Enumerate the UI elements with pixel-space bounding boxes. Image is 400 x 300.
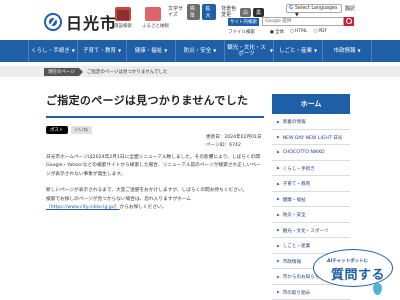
search-input[interactable]: Google 提供 [262, 17, 344, 26]
search-scope-radios: 全体 HTML PDF [270, 29, 327, 35]
site-search-label: サイト内検索 [228, 18, 259, 26]
site-logo[interactable]: 日光市 [44, 10, 117, 34]
breadcrumb-label: 現在のページ [44, 68, 79, 76]
scope-pdf-radio[interactable]: PDF [313, 29, 327, 35]
sidebar-heading[interactable]: ホーム [272, 94, 350, 114]
nav-item-kurashi[interactable]: くらし・手続き ▼ [28, 40, 77, 62]
bg-black-button[interactable]: 黒 [252, 7, 264, 17]
x-post-button[interactable]: ポスト [46, 126, 68, 134]
nav-item-bosai[interactable]: 防災・安全 ▼ [175, 40, 224, 62]
like-button[interactable]: いいね [70, 126, 92, 134]
text-size-standard-button[interactable]: 標準 [186, 4, 201, 20]
translate-link[interactable]: 翻訳 [345, 5, 355, 12]
building-icon [115, 7, 131, 21]
scope-html-radio[interactable]: HTML [290, 29, 308, 35]
sidebar-item-kosodate[interactable]: 子育て・教育 [272, 176, 350, 192]
global-nav: くらし・手続き ▼ 子育て・教育 ▼ 健康・福祉 ▼ 防災・安全 ▼ 観光・文化・スポー… [0, 40, 400, 62]
search-icon[interactable] [344, 17, 354, 26]
city-emblem-icon [44, 13, 62, 31]
paragraph: 検索でお探しのページが見つからない場合は、恐れ入りますがホーム（https://… [46, 196, 192, 211]
chevron-down-icon: ▼ [164, 48, 168, 53]
nav-item-shigoto[interactable]: しごと・産業 ▼ [273, 40, 322, 62]
sidebar-item-newday[interactable]: NEW DAY NEW LIGHT 日光 [272, 130, 350, 145]
home-link[interactable]: （https://www.city.nikko.lg.jp/） [46, 205, 120, 210]
text-size-label: 文字サイズ [168, 6, 184, 18]
sidebar-item-kanko[interactable]: 観光・文化・スポーツ [272, 223, 350, 238]
text-size-large-button[interactable]: 拡大 [202, 4, 217, 20]
nav-item-kosodate[interactable]: 子育て・教育 ▼ [77, 40, 126, 62]
breadcrumb: 現在のページ ご指定のページは見つかりませんでした [44, 68, 167, 76]
breadcrumb-current: ご指定のページは見つかりませんでした [86, 70, 168, 75]
search-bar: Google 提供 [262, 17, 354, 26]
page-id: ページID：6742 [206, 142, 241, 148]
body-text: 日光市ホームページは2024年2月1日に全面リニューアル致しました。その影響によ… [46, 154, 264, 212]
chatbot-label: 質問する [331, 268, 386, 283]
sidebar-item-chocotto[interactable]: CHOCOTTO NIKKO [272, 145, 350, 161]
scope-all-radio[interactable]: 全体 [270, 29, 284, 35]
site-header: 日光市 施設検索 ふるさと納税 文字サイズ 標準 拡大 背景色変更 白 黒 Se… [0, 0, 400, 38]
gift-bag-icon [145, 7, 161, 21]
page-title: ご指定のページは見つかりませんでした [46, 92, 264, 118]
nav-item-kenko[interactable]: 健康・福祉 ▼ [126, 40, 175, 62]
nav-item-kanko[interactable]: 観光・文化・スポーツ ▼ [224, 40, 273, 62]
chevron-down-icon: ▼ [71, 48, 75, 53]
updated-date: 更新日：2024年02月01日 [206, 135, 262, 140]
bg-color-label: 背景色変更 [221, 6, 237, 18]
share-buttons: ポスト いいね [46, 126, 264, 134]
breadcrumb-bar: 現在のページ ご指定のページは見つかりませんでした [0, 66, 400, 77]
bg-white-button[interactable]: 白 [239, 7, 251, 17]
chevron-down-icon: ▼ [313, 48, 318, 53]
language-select-button[interactable]: Select Languages ▼ [286, 4, 342, 18]
chevron-down-icon: ▼ [213, 48, 217, 53]
sidebar-item-bosai[interactable]: 防災・安全 [272, 207, 350, 223]
furusato-tax-button[interactable]: ふるさと納税 [142, 7, 169, 31]
main-content: ご指定のページは見つかりませんでした ポスト いいね 更新日：2024年02月0… [46, 92, 264, 220]
ai-chatbot-button[interactable]: AIチャットボットに 質問する [313, 249, 393, 295]
chevron-down-icon: ▼ [357, 48, 361, 53]
sidebar-item-kenko[interactable]: 健康・福祉 [272, 192, 350, 207]
chevron-down-icon: ▼ [117, 48, 122, 53]
sidebar-item-news[interactable]: 新着の情報 [272, 114, 350, 130]
paragraph: 日光市ホームページは2024年2月1日に全面リニューアル致しました。その影響によ… [46, 155, 261, 177]
page-meta: 更新日：2024年02月01日 ページID：6742 [206, 134, 262, 149]
nav-item-shisei[interactable]: 市政情報 ▼ [322, 40, 372, 62]
sidebar-item-kurashi[interactable]: くらし・手続き [272, 161, 350, 176]
site-name: 日光市 [66, 14, 118, 33]
breadcrumb-arrow-icon [78, 68, 83, 76]
paragraph: 新しいページが表示されるまで、大変ご迷惑をおかけしますが、しばらくの間お待ちくだ… [46, 188, 248, 194]
facility-search-button[interactable]: 施設検索 [112, 7, 134, 31]
chatbot-mascot-icon [373, 283, 382, 295]
file-search-label: ファイル検索 [228, 30, 255, 35]
